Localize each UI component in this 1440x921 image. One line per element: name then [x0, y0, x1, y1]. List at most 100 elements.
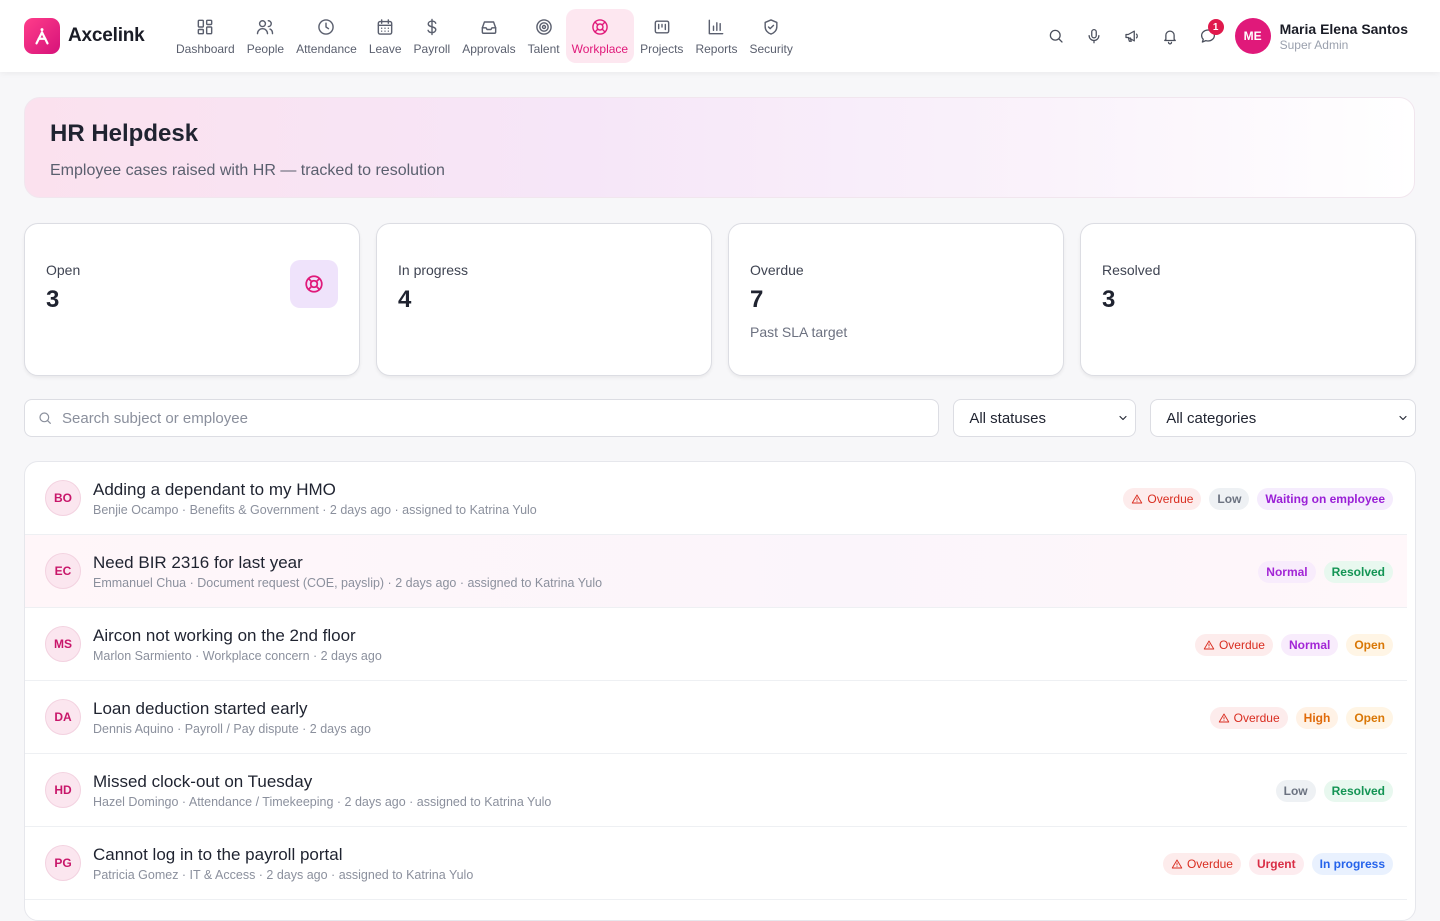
user-menu[interactable]: ME Maria Elena Santos Super Admin	[1234, 18, 1408, 54]
target-icon	[535, 18, 552, 35]
list-item[interactable]: DA Loan deduction started early Dennis A…	[25, 681, 1407, 754]
priority-badge: Normal	[1258, 560, 1316, 583]
voice-button[interactable]	[1075, 17, 1113, 55]
avatar: DA	[45, 699, 81, 735]
nav-item-talent[interactable]: Talent	[522, 9, 566, 63]
nav-item-attendance[interactable]: Attendance	[290, 9, 363, 63]
clock-icon	[318, 18, 335, 35]
category-filter-value: All categories	[1166, 409, 1257, 427]
lifebuoy-icon	[290, 260, 338, 308]
stat-label: In progress	[398, 262, 469, 278]
status-badge: Waiting on employee	[1257, 487, 1393, 510]
nav-label: People	[246, 41, 285, 56]
search-box	[24, 399, 940, 437]
nav-item-approvals[interactable]: Approvals	[456, 9, 521, 63]
page-header: HR Helpdesk Employee cases raised with H…	[24, 97, 1415, 198]
case-meta: Dennis Aquino · Payroll / Pay dispute · …	[93, 721, 371, 736]
nav-label: Reports	[695, 41, 738, 56]
lifebuoy-icon	[592, 18, 608, 35]
priority-badge: Urgent	[1248, 852, 1304, 875]
nav-label: Approvals	[462, 41, 516, 56]
stat-card-resolved: Resolved 3	[1080, 223, 1416, 376]
overdue-badge: Overdue	[1123, 487, 1202, 510]
nav-item-projects[interactable]: Projects	[634, 9, 689, 63]
chevron-down-icon	[1119, 415, 1127, 421]
bar-chart-icon	[709, 19, 724, 34]
nav-label: Leave	[368, 41, 402, 56]
calendar-icon	[377, 18, 393, 35]
microphone-icon	[1088, 28, 1100, 44]
nav-label: Workplace	[571, 41, 629, 56]
avatar: BO	[45, 480, 81, 516]
nav-item-leave[interactable]: Leave	[363, 9, 408, 63]
case-meta: Emmanuel Chua · Document request (COE, p…	[93, 575, 603, 590]
inbox-icon	[481, 20, 497, 34]
announcements-button[interactable]	[1113, 17, 1151, 55]
dollar-icon	[427, 18, 437, 35]
list-item[interactable]: PG Cannot log in to the payroll portal P…	[25, 827, 1407, 900]
bell-icon	[1163, 30, 1176, 45]
nav-label: Security	[749, 41, 793, 56]
page-title: HR Helpdesk	[50, 120, 199, 147]
nav-label: Dashboard	[176, 41, 235, 56]
stat-note: Past SLA target	[750, 324, 848, 340]
case-title: Adding a dependant to my HMO	[93, 479, 336, 499]
stat-value: 3	[1102, 286, 1116, 313]
case-title: Cannot log in to the payroll portal	[93, 844, 343, 864]
case-meta: Benjie Ocampo · Benefits & Government · …	[93, 502, 537, 517]
overdue-badge: Overdue	[1209, 706, 1288, 729]
list-item[interactable]: EC Need BIR 2316 for last year Emmanuel …	[25, 535, 1407, 608]
stat-card-overdue: Overdue 7 Past SLA target	[728, 223, 1064, 376]
nav-item-workplace[interactable]: Workplace	[565, 9, 635, 63]
list-item[interactable]: HD Missed clock-out on Tuesday Hazel Dom…	[25, 754, 1407, 827]
status-badge: Open	[1346, 706, 1393, 729]
people-icon	[257, 19, 274, 34]
status-badge: Open	[1346, 633, 1393, 656]
status-filter-select[interactable]: All statuses	[953, 399, 1137, 437]
list-item[interactable]: MS Aircon not working on the 2nd floor M…	[25, 608, 1407, 681]
avatar: EC	[45, 553, 81, 589]
shield-icon	[764, 18, 778, 35]
nav-item-reports[interactable]: Reports	[689, 9, 743, 63]
case-title: Need BIR 2316 for last year	[93, 552, 303, 572]
case-meta: Hazel Domingo · Attendance / Timekeeping…	[93, 794, 552, 809]
priority-badge: High	[1295, 706, 1339, 729]
search-button[interactable]	[1037, 17, 1075, 55]
search-input[interactable]	[62, 409, 912, 427]
avatar: PG	[45, 845, 81, 881]
nav-item-security[interactable]: Security	[743, 9, 798, 63]
case-meta: Patricia Gomez · IT & Access · 2 days ag…	[93, 867, 474, 882]
stat-label: Overdue	[750, 262, 804, 278]
brand[interactable]: Axcelink	[24, 18, 170, 54]
nav-item-people[interactable]: People	[241, 9, 290, 63]
status-filter-value: All statuses	[969, 409, 1047, 427]
nav-item-dashboard[interactable]: Dashboard	[170, 9, 241, 63]
warning-icon	[1132, 494, 1143, 503]
kanban-icon	[654, 19, 670, 34]
stat-value: 4	[398, 286, 412, 313]
status-badge: In progress	[1311, 852, 1393, 875]
warning-icon	[1218, 713, 1229, 722]
category-filter-select[interactable]: All categories	[1150, 399, 1416, 437]
nav-label: Projects	[640, 41, 684, 56]
user-role: Super Admin	[1279, 37, 1349, 52]
search-icon	[39, 412, 51, 424]
list-item[interactable]: BO Adding a dependant to my HMO Benjie O…	[25, 462, 1407, 535]
nav-item-payroll[interactable]: Payroll	[408, 9, 457, 63]
filters-bar: All statuses All categories	[24, 399, 1416, 437]
overdue-badge: Overdue	[1194, 633, 1273, 656]
notifications-button[interactable]	[1151, 17, 1189, 55]
status-badge: Resolved	[1323, 779, 1393, 802]
user-name: Maria Elena Santos	[1279, 20, 1408, 37]
page-subtitle: Employee cases raised with HR — tracked …	[50, 162, 445, 179]
stat-card-open: Open 3	[24, 223, 360, 376]
axcelink-logo-icon	[24, 18, 60, 54]
top-actions: 1 ME Maria Elena Santos Super Admin	[1037, 0, 1440, 72]
messages-button[interactable]: 1	[1189, 17, 1227, 55]
case-title: Loan deduction started early	[93, 698, 308, 718]
priority-badge: Normal	[1280, 633, 1339, 656]
case-title: Aircon not working on the 2nd floor	[93, 625, 356, 645]
nav-label: Payroll	[413, 41, 451, 56]
avatar: ME	[1234, 18, 1271, 54]
nav-label: Talent	[527, 41, 560, 56]
